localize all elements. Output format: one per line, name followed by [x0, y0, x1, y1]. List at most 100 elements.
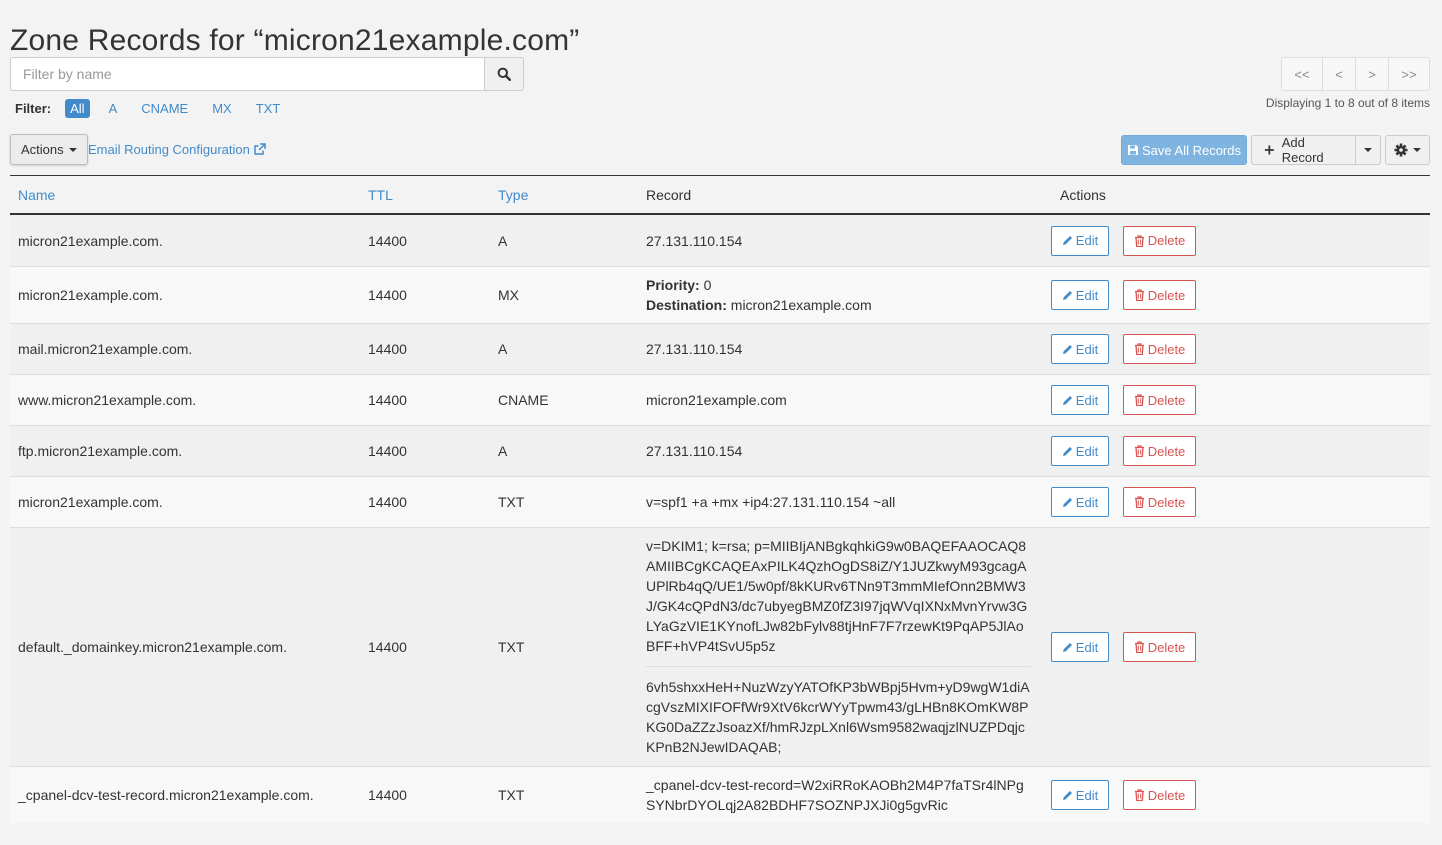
table-row: mail.micron21example.com. 14400 A 27.131…: [10, 324, 1430, 375]
mx-destination-label: Destination:: [646, 297, 727, 313]
delete-button[interactable]: Delete: [1123, 487, 1196, 517]
add-record-dropdown-toggle[interactable]: [1356, 135, 1381, 165]
edit-button[interactable]: Edit: [1051, 780, 1109, 810]
delete-button[interactable]: Delete: [1123, 225, 1196, 256]
pager-next-button[interactable]: >: [1355, 57, 1389, 91]
caret-down-icon: [1364, 148, 1372, 152]
delete-label: Delete: [1147, 639, 1186, 655]
dkim-record-part-1: v=DKIM1; k=rsa; p=MIIBIjANBgkqhkiG9w0BAQ…: [646, 538, 1028, 654]
table-row: www.micron21example.com. 14400 CNAME mic…: [10, 375, 1430, 426]
pager-info: Displaying 1 to 8 out of 8 items: [1265, 96, 1430, 110]
record-type: CNAME: [498, 392, 549, 408]
row-actions: Edit Delete: [1051, 632, 1196, 662]
pager-first-button[interactable]: <<: [1281, 57, 1323, 91]
table-row: micron21example.com. 14400 A 27.131.110.…: [10, 215, 1430, 267]
record-name: micron21example.com.: [18, 232, 163, 249]
pencil-icon: [1062, 236, 1072, 245]
edit-label: Edit: [1075, 287, 1099, 303]
column-header-type[interactable]: Type: [498, 187, 528, 203]
filter-option-mx[interactable]: MX: [207, 99, 237, 118]
record-ttl: 14400: [368, 392, 407, 408]
edit-button[interactable]: Edit: [1051, 487, 1109, 517]
trash-icon: [1134, 496, 1144, 508]
edit-button[interactable]: Edit: [1051, 632, 1109, 662]
record-name: mail.micron21example.com.: [18, 341, 193, 357]
edit-label: Edit: [1075, 787, 1099, 803]
edit-button[interactable]: Edit: [1051, 334, 1109, 364]
caret-down-icon: [68, 147, 77, 152]
edit-label: Edit: [1075, 233, 1099, 248]
floppy-disk-icon: [1128, 145, 1138, 155]
delete-button[interactable]: Delete: [1123, 385, 1196, 415]
delete-label: Delete: [1147, 787, 1186, 803]
search-button[interactable]: [484, 57, 524, 91]
edit-label: Edit: [1075, 392, 1099, 408]
trash-icon: [1134, 641, 1144, 653]
record-ttl: 14400: [368, 443, 407, 459]
row-actions: Edit Delete: [1051, 334, 1196, 364]
delete-button[interactable]: Delete: [1123, 632, 1196, 662]
record-type: TXT: [498, 639, 525, 655]
delete-button[interactable]: Delete: [1123, 780, 1196, 810]
pencil-icon: [1062, 395, 1072, 405]
email-routing-link[interactable]: Email Routing Configuration: [88, 142, 266, 157]
delete-label: Delete: [1147, 392, 1186, 408]
edit-label: Edit: [1075, 443, 1099, 459]
delete-label: Delete: [1147, 443, 1186, 459]
pager-last-button[interactable]: >>: [1388, 57, 1430, 91]
search-icon: [497, 67, 511, 81]
filter-option-cname[interactable]: CNAME: [136, 99, 193, 118]
trash-icon: [1134, 289, 1144, 301]
filter-option-txt[interactable]: TXT: [251, 99, 286, 118]
delete-button[interactable]: Delete: [1123, 334, 1196, 364]
trash-icon: [1134, 789, 1144, 801]
dkim-record-part-2: 6vh5shxxHeH+NuzWzyYATOfKP3bWBpj5Hvm+yD9w…: [646, 679, 1030, 755]
trash-icon: [1134, 234, 1144, 247]
delete-label: Delete: [1147, 341, 1186, 357]
pencil-icon: [1062, 290, 1072, 300]
row-actions: Edit Delete: [1051, 280, 1196, 310]
delete-button[interactable]: Delete: [1123, 436, 1196, 466]
add-record-button[interactable]: Add Record: [1251, 135, 1356, 165]
add-record-group: Add Record: [1251, 135, 1381, 165]
record-name: www.micron21example.com.: [18, 392, 197, 408]
table-row: _cpanel-dcv-test-record.micron21example.…: [10, 767, 1430, 823]
actions-dropdown-button[interactable]: Actions: [10, 134, 88, 165]
record-value: micron21example.com: [646, 392, 787, 408]
edit-button[interactable]: Edit: [1051, 225, 1109, 256]
pencil-icon: [1062, 642, 1072, 652]
filter-option-all[interactable]: All: [65, 98, 90, 118]
edit-button[interactable]: Edit: [1051, 280, 1109, 310]
filter-option-a[interactable]: A: [104, 99, 123, 118]
record-name: ftp.micron21example.com.: [18, 443, 183, 459]
external-link-icon: [254, 143, 266, 155]
record-type: A: [498, 443, 508, 459]
row-actions: Edit Delete: [1051, 385, 1196, 415]
search-input[interactable]: [10, 57, 484, 91]
trash-icon: [1134, 394, 1144, 406]
settings-dropdown-button[interactable]: [1385, 135, 1430, 165]
column-header-ttl[interactable]: TTL: [368, 187, 393, 203]
table-row: ftp.micron21example.com. 14400 A 27.131.…: [10, 426, 1430, 477]
save-all-records-button[interactable]: Save All Records: [1121, 135, 1247, 165]
record-value: _cpanel-dcv-test-record=W2xiRRoKAOBh2M4P…: [646, 777, 1024, 813]
pager-prev-button[interactable]: <: [1322, 57, 1356, 91]
zone-records-table: Name TTL Type Record Actions micron21exa…: [10, 175, 1430, 823]
record-value: v=DKIM1; k=rsa; p=MIIBIjANBgkqhkiG9w0BAQ…: [646, 536, 1031, 757]
delete-label: Delete: [1147, 287, 1186, 303]
edit-button[interactable]: Edit: [1051, 436, 1109, 466]
divider: [646, 666, 1031, 667]
record-ttl: 14400: [368, 341, 407, 357]
edit-button[interactable]: Edit: [1051, 385, 1109, 415]
edit-label: Edit: [1075, 639, 1099, 655]
mx-priority-value: 0: [703, 277, 712, 293]
pencil-icon: [1062, 446, 1072, 456]
caret-down-icon: [1413, 148, 1421, 152]
mx-destination-value: micron21example.com: [730, 297, 872, 313]
record-ttl: 14400: [368, 639, 407, 655]
record-value: 27.131.110.154: [646, 341, 743, 357]
column-header-name[interactable]: Name: [18, 187, 55, 203]
save-all-label: Save All Records: [1142, 142, 1241, 158]
record-ttl: 14400: [368, 232, 407, 249]
delete-button[interactable]: Delete: [1123, 280, 1196, 310]
